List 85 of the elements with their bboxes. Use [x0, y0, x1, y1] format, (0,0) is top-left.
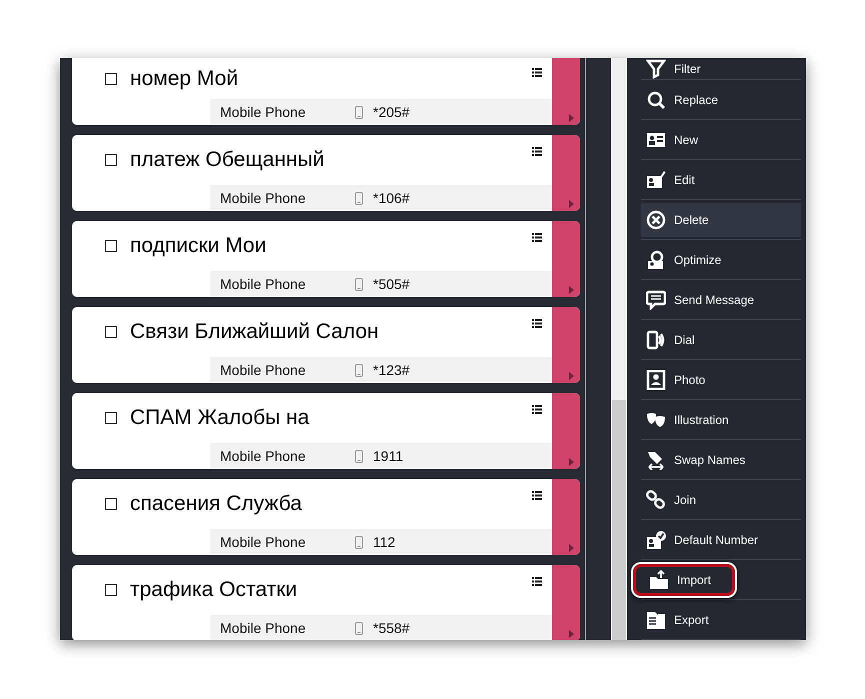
contact-name: СПАМ Жалобы на: [130, 405, 310, 432]
phone-icon: [355, 278, 363, 290]
phone-icon: [355, 364, 363, 376]
phone-icon: [355, 622, 363, 634]
phone-number: 1911: [373, 446, 404, 466]
expand-arrow-icon: [569, 372, 574, 380]
phone-type: Mobile Phone: [220, 188, 307, 208]
menu-item[interactable]: Swap Names: [641, 442, 801, 476]
contact-name: номер Мой: [130, 66, 240, 92]
tag-arrows-icon: [646, 450, 666, 470]
phone-number: *106#: [373, 188, 410, 208]
phone-type: Mobile Phone: [220, 360, 307, 380]
phone-icon: [355, 106, 363, 118]
checkbox[interactable]: [105, 584, 117, 596]
phone-type: Mobile Phone: [220, 446, 307, 466]
phone-number: *205#: [373, 102, 410, 122]
filter-icon: [646, 58, 666, 78]
expand-arrow-icon: [569, 630, 574, 638]
checkbox[interactable]: [105, 498, 117, 510]
document-save-icon: [646, 610, 666, 630]
contact-card[interactable]: номер Мой Mobile Phone *205#: [72, 58, 580, 125]
expand-arrow-icon: [569, 200, 574, 208]
checkbox[interactable]: [105, 154, 117, 166]
phone-number: *123#: [373, 360, 410, 380]
expand-arrow-icon: [569, 114, 574, 122]
menu-item[interactable]: Replace: [641, 82, 801, 116]
contact-name: Связи Ближайший Салон: [130, 319, 380, 346]
menu-item[interactable]: Export: [641, 602, 801, 636]
contact-card[interactable]: спасения Служба Mobile Phone 112: [72, 479, 580, 555]
phone-number: *505#: [373, 274, 410, 294]
menu-item[interactable]: Default Number: [641, 522, 801, 556]
list-icon[interactable]: [532, 405, 542, 414]
close-icon: [646, 210, 666, 230]
search-icon: [646, 90, 666, 110]
phone-icon: [355, 192, 363, 204]
phone-type: Mobile Phone: [220, 102, 307, 122]
contact-name: спасения Служба: [130, 491, 303, 518]
contact-card[interactable]: СПАМ Жалобы на Mobile Phone 1911: [72, 393, 580, 469]
menu-item[interactable]: Optimize: [641, 242, 801, 276]
phone-icon: [355, 450, 363, 462]
expand-arrow-icon: [569, 286, 574, 294]
contact-name: подписки Мои: [130, 233, 268, 260]
menu-item[interactable]: Photo: [641, 362, 801, 396]
menu-item[interactable]: Illustration: [641, 402, 801, 436]
chain-link-icon: [646, 490, 666, 510]
contact-card[interactable]: трафика Остатки Mobile Phone *558#: [72, 565, 580, 640]
message-icon: [646, 290, 666, 310]
checkbox[interactable]: [105, 412, 117, 424]
menu-item[interactable]: Edit: [641, 162, 801, 196]
menu-item[interactable]: Import: [633, 564, 735, 596]
phone-signal-icon: [646, 330, 666, 350]
expand-arrow-icon: [569, 544, 574, 552]
list-icon[interactable]: [532, 68, 542, 77]
menu-item[interactable]: Dial: [641, 322, 801, 356]
card-pencil-icon: [646, 170, 666, 190]
scrollbar[interactable]: [611, 58, 627, 640]
card-check-icon: [646, 530, 666, 550]
phone-type: Mobile Phone: [220, 618, 307, 638]
contact-card[interactable]: платеж Обещанный Mobile Phone *106#: [72, 135, 580, 211]
menu-item[interactable]: Send Message: [641, 282, 801, 316]
list-icon[interactable]: [532, 233, 542, 242]
phone-number: 112: [373, 532, 396, 552]
phone-number: *558#: [373, 618, 410, 638]
contact-name: платеж Обещанный: [130, 147, 326, 174]
contact-name: трафика Остатки: [130, 577, 298, 604]
list-icon[interactable]: [532, 147, 542, 156]
lightbulb-icon: [646, 250, 666, 270]
list-icon[interactable]: [532, 319, 542, 328]
menu-item[interactable]: New: [641, 122, 801, 156]
checkbox[interactable]: [105, 240, 117, 252]
menu-item[interactable]: Filter: [641, 58, 801, 78]
menu-item[interactable]: Join: [641, 482, 801, 516]
expand-arrow-icon: [569, 458, 574, 466]
phone-icon: [355, 536, 363, 548]
folder-upload-icon: [649, 570, 669, 590]
checkbox[interactable]: [105, 72, 117, 84]
phone-type: Mobile Phone: [220, 274, 307, 294]
phone-type: Mobile Phone: [220, 532, 307, 552]
menu-item[interactable]: Delete: [641, 202, 801, 236]
contact-card[interactable]: подписки Мои Mobile Phone *505#: [72, 221, 580, 297]
checkbox[interactable]: [105, 326, 117, 338]
photo-icon: [646, 370, 666, 390]
list-icon[interactable]: [532, 491, 542, 500]
contact-card[interactable]: Связи Ближайший Салон Mobile Phone *123#: [72, 307, 580, 383]
list-icon[interactable]: [532, 577, 542, 586]
